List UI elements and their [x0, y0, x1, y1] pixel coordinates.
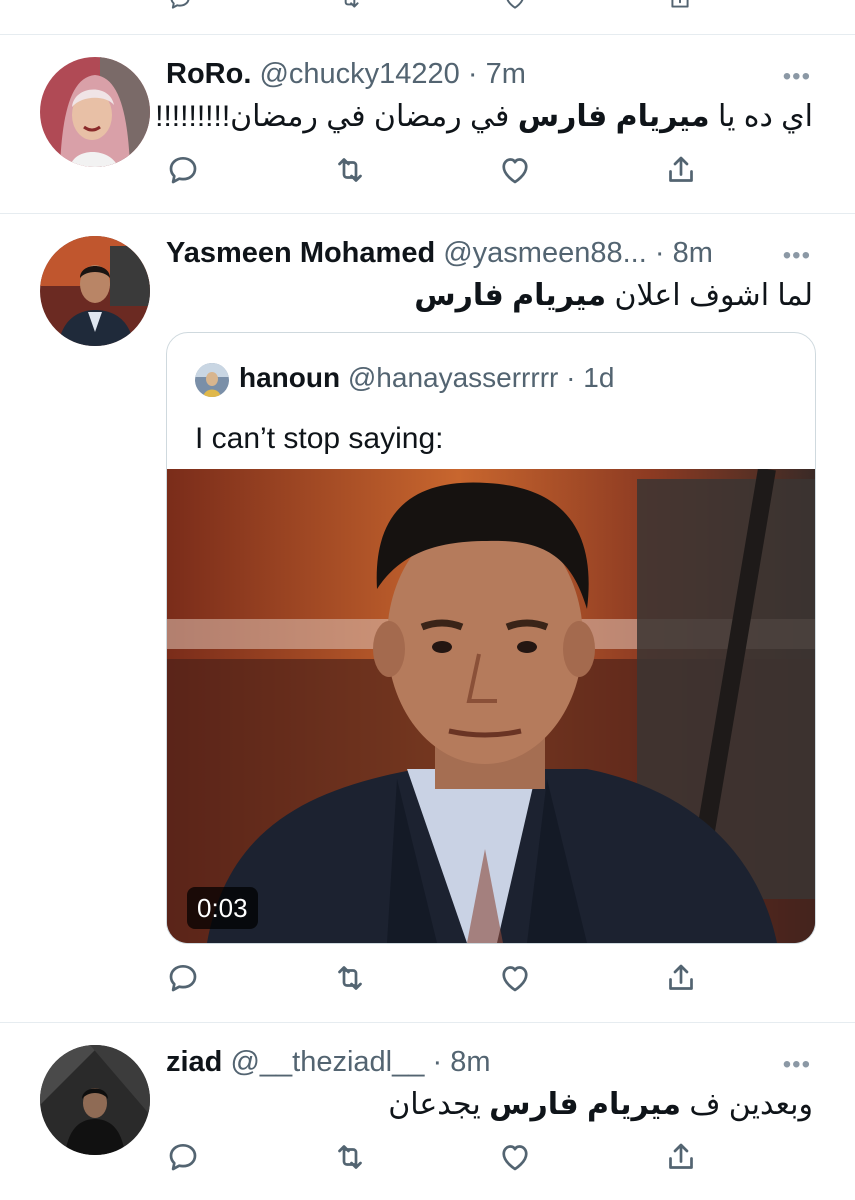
share-icon[interactable]	[663, 1139, 703, 1179]
heart-icon[interactable]	[497, 152, 537, 192]
display-name[interactable]: RoRo.	[166, 58, 251, 90]
video-duration: 0:03	[187, 887, 258, 929]
heart-icon[interactable]	[502, 0, 528, 12]
tweet-text-part: وبعدين ف	[680, 1088, 813, 1121]
retweet-icon[interactable]	[332, 152, 372, 192]
handle[interactable]: @__theziadl__	[230, 1046, 424, 1078]
display-name[interactable]: Yasmeen Mohamed	[166, 237, 435, 269]
tweet-yasmeen[interactable]: Yasmeen Mohamed @yasmeen88... · 8m ••• ل…	[0, 214, 855, 1022]
quoted-display-name[interactable]: hanoun	[239, 362, 340, 393]
quoted-header: hanoun @hanayasserrrrr · 1d	[239, 361, 614, 395]
share-icon[interactable]	[667, 0, 693, 12]
heart-icon[interactable]	[497, 1139, 537, 1179]
reply-icon[interactable]	[165, 960, 205, 1000]
timestamp[interactable]: 8m	[450, 1046, 490, 1078]
separator: ·	[432, 1046, 443, 1078]
retweet-icon[interactable]	[332, 960, 372, 1000]
timestamp[interactable]: 8m	[673, 237, 713, 269]
retweet-icon[interactable]	[337, 0, 363, 12]
quoted-timestamp[interactable]: 1d	[583, 362, 614, 393]
reply-icon[interactable]	[167, 0, 193, 12]
tweet-header: ziad @__theziadl__ · 8m	[166, 1045, 490, 1079]
tweet-text-part: في رمضان في رمضان!!!!!!!!!	[155, 100, 518, 133]
share-icon[interactable]	[663, 152, 703, 192]
display-name[interactable]: ziad	[166, 1046, 222, 1078]
tweet-actions	[0, 152, 855, 192]
timestamp[interactable]: 7m	[486, 58, 526, 90]
heart-icon[interactable]	[497, 960, 537, 1000]
tweet-roro[interactable]: RoRo. @chucky14220 · 7m ••• اي ده يا مير…	[0, 35, 855, 213]
tweet-text-highlight: ميريام فارس	[517, 100, 710, 133]
quoted-text: I can’t stop saying:	[195, 422, 444, 455]
video-player[interactable]: 0:03	[167, 469, 815, 943]
tweet-ziad[interactable]: ziad @__theziadl__ · 8m ••• وبعدين ف مير…	[0, 1023, 855, 1200]
tweet-text-part: لما اشوف اعلان	[606, 279, 813, 312]
avatar[interactable]	[40, 236, 150, 346]
more-icon[interactable]: •••	[783, 63, 811, 91]
separator: ·	[566, 362, 576, 393]
share-icon[interactable]	[663, 960, 703, 1000]
quoted-tweet[interactable]: hanoun @hanayasserrrrr · 1d I can’t stop…	[166, 332, 816, 944]
previous-tweet-actions	[0, 0, 855, 34]
tweet-text: اي ده يا ميريام فارس في رمضان في رمضان!!…	[155, 98, 813, 136]
tweet-header: RoRo. @chucky14220 · 7m	[166, 57, 526, 91]
tweet-text: وبعدين ف ميريام فارس يجدعان	[388, 1086, 813, 1124]
tweet-actions	[0, 960, 855, 1000]
video-thumbnail	[167, 469, 815, 943]
more-icon[interactable]: •••	[783, 1051, 811, 1079]
quoted-avatar[interactable]	[195, 363, 229, 397]
tweet-text-highlight: ميريام فارس	[414, 279, 607, 312]
tweet-text-highlight: ميريام فارس	[489, 1088, 681, 1121]
separator: ·	[467, 58, 478, 90]
quoted-handle[interactable]: @hanayasserrrrr	[348, 362, 558, 393]
tweet-actions	[0, 1139, 855, 1179]
avatar[interactable]	[40, 57, 150, 167]
tweet-header: Yasmeen Mohamed @yasmeen88... · 8m	[166, 236, 713, 270]
retweet-icon[interactable]	[332, 1139, 372, 1179]
separator: ·	[654, 237, 665, 269]
tweet-text: لما اشوف اعلان ميريام فارس	[414, 277, 813, 315]
reply-icon[interactable]	[165, 1139, 205, 1179]
tweet-text-part: يجدعان	[388, 1088, 490, 1121]
tweet-text-part: اي ده يا	[709, 100, 813, 133]
reply-icon[interactable]	[165, 152, 205, 192]
handle[interactable]: @chucky14220	[259, 58, 459, 90]
more-icon[interactable]: •••	[783, 242, 811, 270]
handle[interactable]: @yasmeen88...	[443, 237, 647, 269]
